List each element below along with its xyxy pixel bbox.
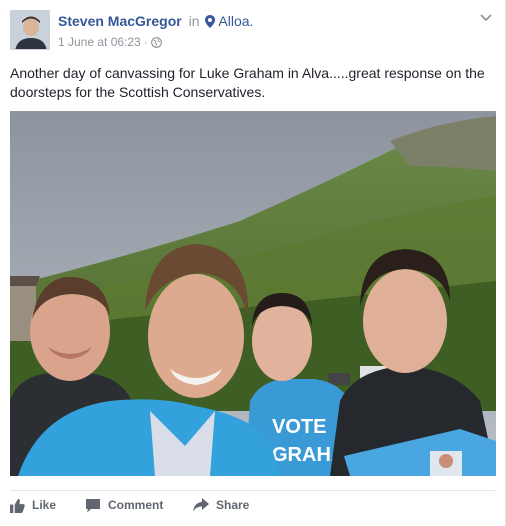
comment-label: Comment (108, 498, 164, 512)
map-pin-icon (205, 15, 216, 28)
meta-separator: · (143, 35, 148, 49)
post-actions: Like Comment Share (10, 494, 490, 518)
post-photo[interactable]: VOTE GRAHAM (10, 111, 496, 476)
in-word: in (188, 13, 200, 29)
location-link[interactable]: Alloa. (218, 13, 253, 29)
like-button[interactable]: Like (10, 494, 56, 516)
actions-divider (10, 490, 495, 491)
post-header: Steven MacGregor in Alloa. 1 June at 06:… (10, 10, 495, 54)
post-card: Steven MacGregor in Alloa. 1 June at 06:… (0, 0, 506, 526)
like-label: Like (32, 498, 57, 512)
share-button[interactable]: Share (193, 494, 249, 516)
like-thumb-icon (10, 498, 25, 513)
comment-button[interactable]: Comment (85, 494, 163, 516)
leaflet-vote-text: VOTE (272, 416, 326, 438)
comment-bubble-icon (86, 498, 100, 512)
globe-icon[interactable] (150, 37, 162, 48)
share-label: Share (216, 498, 250, 512)
author-name[interactable]: Steven MacGregor (58, 13, 182, 29)
author-avatar[interactable] (10, 10, 50, 50)
share-arrow-icon (193, 498, 209, 512)
author-line: Steven MacGregor in Alloa. (58, 13, 253, 29)
post-meta: 1 June at 06:23 · (58, 35, 162, 49)
post-timestamp[interactable]: 1 June at 06:23 (58, 35, 141, 49)
post-text: Another day of canvassing for Luke Graha… (10, 65, 485, 100)
chevron-down-icon[interactable] (479, 13, 493, 23)
